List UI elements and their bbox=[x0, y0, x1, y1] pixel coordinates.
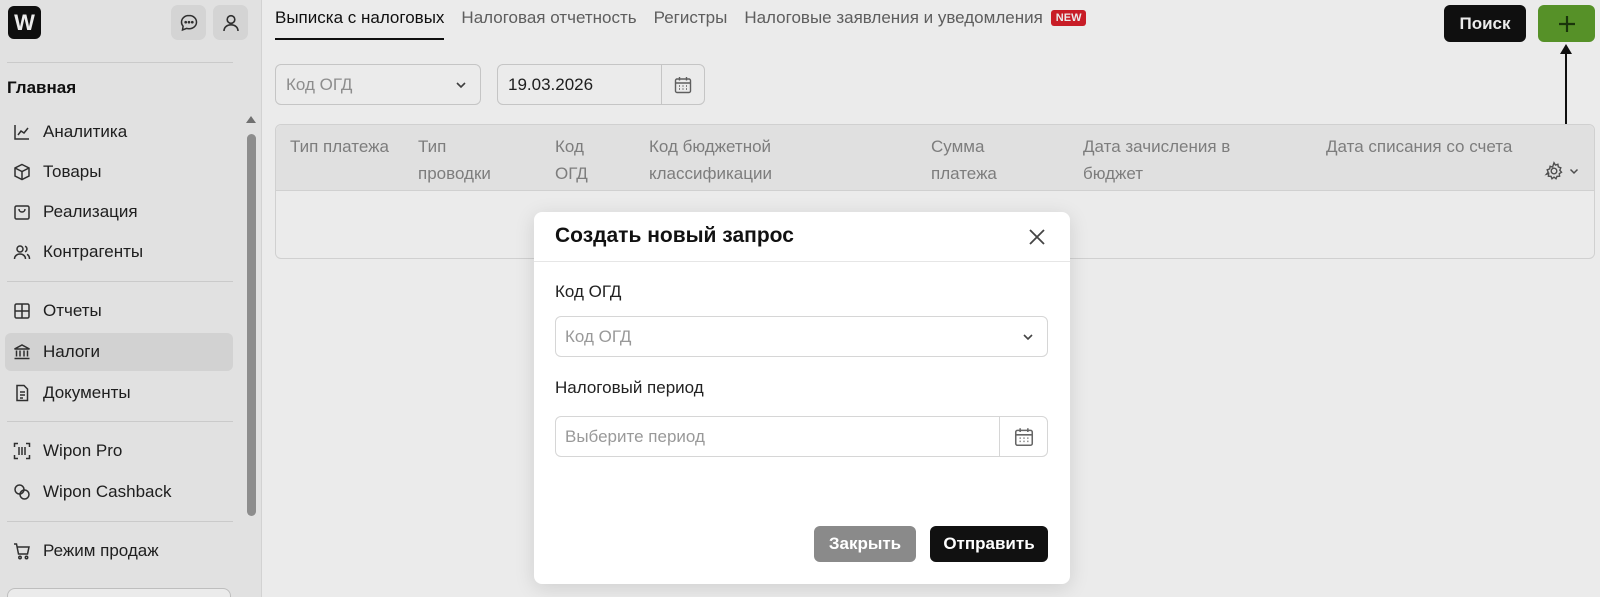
ogd-field-label: Код ОГД bbox=[555, 282, 622, 301]
close-icon bbox=[1028, 228, 1046, 246]
create-request-modal: Создать новый запрос Код ОГД Код ОГД Нал… bbox=[534, 212, 1070, 584]
modal-close-button[interactable] bbox=[1026, 226, 1048, 248]
ogd-select-placeholder: Код ОГД bbox=[565, 326, 632, 346]
calendar-icon bbox=[1013, 426, 1035, 448]
modal-header: Создать новый запрос bbox=[534, 212, 1070, 262]
calendar-button[interactable] bbox=[999, 417, 1047, 456]
tax-period-field[interactable] bbox=[555, 416, 1048, 457]
tax-period-input[interactable] bbox=[556, 426, 996, 447]
ogd-select[interactable]: Код ОГД bbox=[555, 316, 1048, 357]
tax-period-label: Налоговый период bbox=[555, 378, 704, 397]
send-button[interactable]: Отправить bbox=[930, 526, 1048, 562]
modal-title: Создать новый запрос bbox=[555, 224, 794, 247]
close-button[interactable]: Закрыть bbox=[814, 526, 916, 562]
chevron-down-icon bbox=[1021, 330, 1035, 344]
